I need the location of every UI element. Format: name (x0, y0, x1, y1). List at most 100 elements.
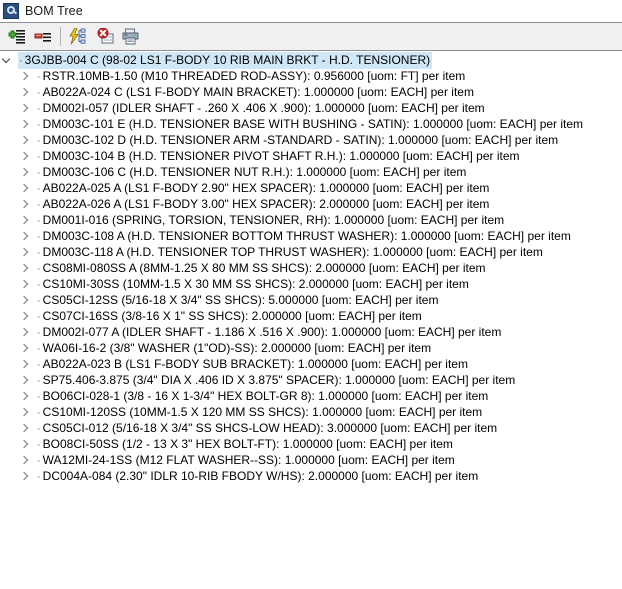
tree-node-label: WA06I-16-2 (3/8" WASHER (1"OD)-SS): 2.00… (42, 340, 432, 355)
tree-node[interactable]: · DM003C-102 D (H.D. TENSIONER ARM -STAND… (0, 132, 622, 148)
expander-icon[interactable] (18, 260, 30, 276)
node-bullet: · (37, 310, 41, 323)
node-bullet: · (37, 422, 41, 435)
node-bullet: · (37, 390, 41, 403)
expander-icon[interactable] (18, 68, 30, 84)
expander-icon[interactable] (0, 52, 12, 68)
node-bullet: · (37, 86, 41, 99)
node-bullet: · (37, 246, 41, 259)
delete-button[interactable] (92, 25, 118, 49)
add-list-icon (8, 29, 25, 44)
expander-icon[interactable] (18, 244, 30, 260)
tree-node[interactable]: · DM002I-057 (IDLER SHAFT - .260 X .406 X… (0, 100, 622, 116)
tree-node[interactable]: · CS07CI-16SS (3/8-16 X 1" SS SHCS): 2.00… (0, 308, 622, 324)
tree-node[interactable]: · AB022A-026 A (LS1 F-BODY 3.00" HEX SPAC… (0, 196, 622, 212)
expander-icon[interactable] (18, 196, 30, 212)
bom-tree[interactable]: · 3GJBB-004 C (98-02 LS1 F-BODY 10 RIB MA… (0, 52, 622, 589)
toolbar-separator (60, 27, 61, 46)
expander-icon[interactable] (18, 436, 30, 452)
add-row-button[interactable] (4, 25, 30, 49)
expander-icon[interactable] (18, 308, 30, 324)
tree-node[interactable]: · RSTR.10MB-1.50 (M10 THREADED ROD-ASSY):… (0, 68, 622, 84)
tree-node[interactable]: · CS05CI-012 (5/16-18 X 3/4" SS SHCS-LOW … (0, 420, 622, 436)
expand-all-button[interactable] (66, 25, 92, 49)
tree-node[interactable]: · DM001I-016 (SPRING, TORSION, TENSIONER,… (0, 212, 622, 228)
node-bullet: · (37, 406, 41, 419)
tree-node[interactable]: · DM003C-118 A (H.D. TENSIONER TOP THRUST… (0, 244, 622, 260)
tree-node[interactable]: · AB022A-023 B (LS1 F-BODY SUB BRACKET): … (0, 356, 622, 372)
printer-icon (122, 28, 139, 45)
tree-node[interactable]: · AB022A-025 A (LS1 F-BODY 2.90" HEX SPAC… (0, 180, 622, 196)
tree-node[interactable]: · WA12MI-24-1SS (M12 FLAT WASHER--SS): 1.… (0, 452, 622, 468)
node-bullet: · (37, 230, 41, 243)
app-icon (3, 3, 19, 19)
expander-icon[interactable] (18, 180, 30, 196)
expander-icon[interactable] (18, 276, 30, 292)
expander-icon[interactable] (18, 468, 30, 484)
expander-icon[interactable] (18, 84, 30, 100)
expander-icon[interactable] (18, 324, 30, 340)
remove-row-button[interactable] (30, 25, 56, 49)
tree-node[interactable]: · DM003C-104 B (H.D. TENSIONER PIVOT SHAF… (0, 148, 622, 164)
tree-node-label: CS08MI-080SS A (8MM-1.25 X 80 MM SS SHCS… (42, 260, 486, 275)
expander-icon[interactable] (18, 372, 30, 388)
tree-node-label: AB022A-024 C (LS1 F-BODY MAIN BRACKET): … (42, 84, 474, 99)
tree-node-label: AB022A-025 A (LS1 F-BODY 2.90" HEX SPACE… (42, 180, 490, 195)
node-bullet: · (37, 214, 41, 227)
expander-icon[interactable] (18, 132, 30, 148)
expander-icon[interactable] (18, 452, 30, 468)
delete-red-x-icon (97, 28, 113, 44)
lightning-tree-icon (69, 28, 86, 45)
tree-node[interactable]: · DM003C-101 E (H.D. TENSIONER BASE WITH … (0, 116, 622, 132)
expander-icon[interactable] (18, 404, 30, 420)
expander-icon[interactable] (18, 116, 30, 132)
tree-node[interactable]: · SP75.406-3.875 (3/4" DIA X .406 ID X 3.… (0, 372, 622, 388)
remove-list-icon (34, 32, 51, 42)
print-button[interactable] (118, 25, 144, 49)
node-bullet: · (37, 470, 41, 483)
node-bullet: · (37, 454, 41, 467)
tree-node-label: DM003C-118 A (H.D. TENSIONER TOP THRUST … (42, 244, 543, 259)
tree-node[interactable]: · BO06CI-028-1 (3/8 - 16 X 1-3/4" HEX BOL… (0, 388, 622, 404)
tree-node[interactable]: · DM003C-106 C (H.D. TENSIONER NUT R.H.):… (0, 164, 622, 180)
tree-node[interactable]: · CS08MI-080SS A (8MM-1.25 X 80 MM SS SHC… (0, 260, 622, 276)
tree-node[interactable]: · CS10MI-120SS (10MM-1.5 X 120 MM SS SHCS… (0, 404, 622, 420)
tree-child-list: · RSTR.10MB-1.50 (M10 THREADED ROD-ASSY):… (0, 68, 622, 484)
tree-node-label: DM003C-104 B (H.D. TENSIONER PIVOT SHAFT… (42, 148, 520, 163)
tree-node[interactable]: · DC004A-084 (2.30" IDLR 10-RIB FBODY W/H… (0, 468, 622, 484)
expander-icon[interactable] (18, 388, 30, 404)
node-bullet: · (37, 342, 41, 355)
expander-icon[interactable] (18, 148, 30, 164)
expander-icon[interactable] (18, 356, 30, 372)
expander-icon[interactable] (18, 340, 30, 356)
expander-icon[interactable] (18, 292, 30, 308)
tree-node[interactable]: · WA06I-16-2 (3/8" WASHER (1"OD)-SS): 2.0… (0, 340, 622, 356)
tree-node-label: RSTR.10MB-1.50 (M10 THREADED ROD-ASSY): … (42, 68, 466, 83)
tree-node-label: CS05CI-12SS (5/16-18 X 3/4" SS SHCS): 5.… (42, 292, 439, 307)
node-bullet: · (37, 278, 41, 291)
node-bullet: · (37, 118, 41, 131)
expander-icon[interactable] (18, 228, 30, 244)
tree-node-label: DM002I-057 (IDLER SHAFT - .260 X .406 X … (42, 100, 485, 115)
tree-node[interactable]: · CS05CI-12SS (5/16-18 X 3/4" SS SHCS): 5… (0, 292, 622, 308)
node-bullet: · (37, 262, 41, 275)
tree-node-label: AB022A-023 B (LS1 F-BODY SUB BRACKET): 1… (42, 356, 468, 371)
node-bullet: · (37, 70, 41, 83)
tree-node[interactable]: · BO08CI-50SS (1/2 - 13 X 3" HEX BOLT-FT)… (0, 436, 622, 452)
node-bullet: · (37, 150, 41, 163)
tree-node[interactable]: · CS10MI-30SS (10MM-1.5 X 30 MM SS SHCS):… (0, 276, 622, 292)
tree-node-label: DM001I-016 (SPRING, TORSION, TENSIONER, … (42, 212, 505, 227)
node-bullet: · (37, 182, 41, 195)
node-bullet: · (37, 438, 41, 451)
node-bullet: · (37, 102, 41, 115)
expander-icon[interactable] (18, 212, 30, 228)
window-title: BOM Tree (25, 4, 83, 18)
expander-icon[interactable] (18, 164, 30, 180)
expander-icon[interactable] (18, 420, 30, 436)
tree-node[interactable]: · DM002I-077 A (IDLER SHAFT - 1.186 X .51… (0, 324, 622, 340)
tree-node[interactable]: · AB022A-024 C (LS1 F-BODY MAIN BRACKET):… (0, 84, 622, 100)
tree-root-node[interactable]: · 3GJBB-004 C (98-02 LS1 F-BODY 10 RIB MA… (0, 52, 622, 69)
expander-icon[interactable] (18, 100, 30, 116)
node-bullet: · (37, 134, 41, 147)
tree-node[interactable]: · DM003C-108 A (H.D. TENSIONER BOTTOM THR… (0, 228, 622, 244)
